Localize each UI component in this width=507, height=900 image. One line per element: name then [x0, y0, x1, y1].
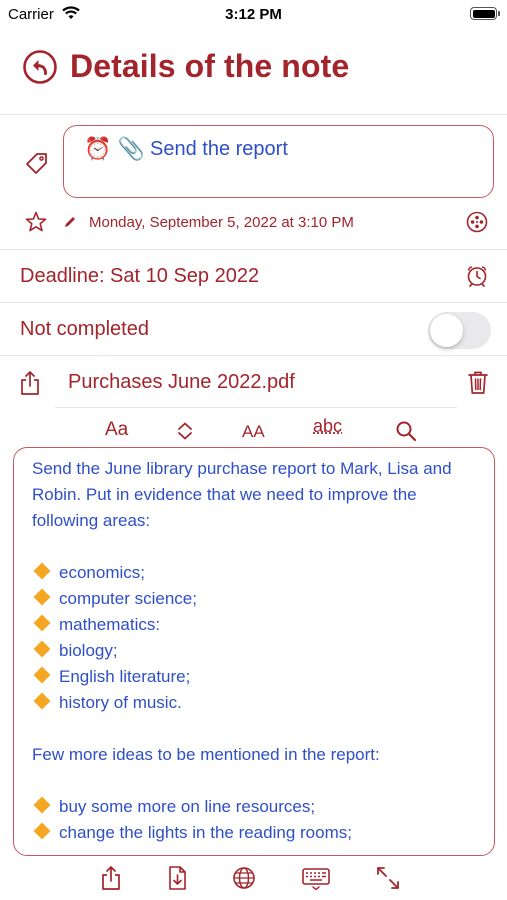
attachment-row: Purchases June 2022.pdf [0, 356, 507, 408]
body-ideas-intro: Few more ideas to be mentioned in the re… [32, 745, 380, 764]
list-item-text: mathematics: [59, 615, 161, 634]
list-item: biology; [32, 638, 472, 664]
bullet-diamond-icon [33, 666, 51, 684]
list-item-text: English literature; [59, 667, 191, 686]
pencil-icon [65, 217, 75, 227]
list-item-text: history of music. [59, 693, 182, 712]
note-title-emoji: ⏰ 📎 [84, 136, 145, 161]
list-item: computer science; [32, 586, 472, 612]
completion-label: Not completed [20, 318, 149, 340]
bullet-diamond-icon [33, 822, 51, 840]
trash-icon[interactable] [467, 370, 489, 395]
completion-row: Not completed [0, 303, 507, 355]
keyboard-icon[interactable] [301, 865, 331, 891]
list-item: change the lights in the reading rooms; [32, 820, 472, 846]
note-title-field[interactable]: ⏰ 📎 Send the report [63, 125, 494, 198]
list-item-text: economics; [59, 563, 145, 582]
note-date: Monday, September 5, 2022 at 3:10 PM [89, 214, 354, 231]
note-body-editor[interactable]: Send the June library purchase report to… [13, 447, 495, 856]
format-toolbar: Aa AA abc [0, 414, 507, 448]
note-body-content: Send the June library purchase report to… [32, 456, 472, 846]
chevron-up-down-icon[interactable] [176, 421, 194, 441]
list-item: mathematics: [32, 612, 472, 638]
share-icon[interactable] [18, 370, 42, 396]
list-item-text: computer science; [59, 589, 197, 608]
note-meta-row: Monday, September 5, 2022 at 3:10 PM [0, 205, 507, 239]
bullet-diamond-icon [33, 614, 51, 632]
list-item: economics; [32, 560, 472, 586]
expand-icon[interactable] [375, 865, 401, 891]
completed-toggle[interactable] [428, 312, 491, 349]
page-title: Details of the note [70, 48, 350, 84]
bullet-diamond-icon [33, 588, 51, 606]
list-item: buy some more on line resources; [32, 794, 472, 820]
status-bar: Carrier 3:12 PM [0, 0, 507, 30]
battery-icon [470, 7, 500, 20]
spellcheck-button[interactable]: abc [313, 416, 342, 437]
font-button[interactable]: Aa [105, 419, 128, 441]
attachment-file-name[interactable]: Purchases June 2022.pdf [68, 371, 295, 394]
bullet-diamond-icon [33, 562, 51, 580]
bottom-toolbar [0, 860, 507, 900]
star-icon[interactable] [24, 210, 48, 234]
back-arrow-icon[interactable] [22, 49, 58, 85]
list-item-text: buy some more on line resources; [59, 797, 316, 816]
list-item: history of music. [32, 690, 472, 716]
bullet-diamond-icon [33, 796, 51, 814]
toggle-knob [430, 314, 463, 347]
search-icon[interactable] [395, 420, 417, 442]
tag-icon[interactable] [24, 151, 50, 177]
list-item-text: biology; [59, 641, 118, 660]
body-intro: Send the June library purchase report to… [32, 459, 452, 530]
header: Details of the note [0, 40, 507, 96]
divider [55, 407, 457, 408]
bullet-diamond-icon [33, 692, 51, 710]
download-icon[interactable] [164, 865, 190, 891]
film-reel-icon[interactable] [466, 211, 488, 233]
deadline-row[interactable]: Deadline: Sat 10 Sep 2022 [0, 250, 507, 302]
deadline-label: Deadline: Sat 10 Sep 2022 [20, 265, 260, 287]
clock-time: 3:12 PM [225, 6, 282, 23]
bullet-diamond-icon [33, 640, 51, 658]
share-icon[interactable] [98, 865, 124, 891]
list-item: English literature; [32, 664, 472, 690]
note-title-text: Send the report [150, 138, 288, 160]
list-item-text: change the lights in the reading rooms; [59, 823, 352, 842]
text-size-button[interactable]: AA [242, 422, 265, 442]
globe-icon[interactable] [231, 865, 257, 891]
divider [0, 114, 507, 115]
alarm-clock-icon[interactable] [465, 264, 489, 288]
